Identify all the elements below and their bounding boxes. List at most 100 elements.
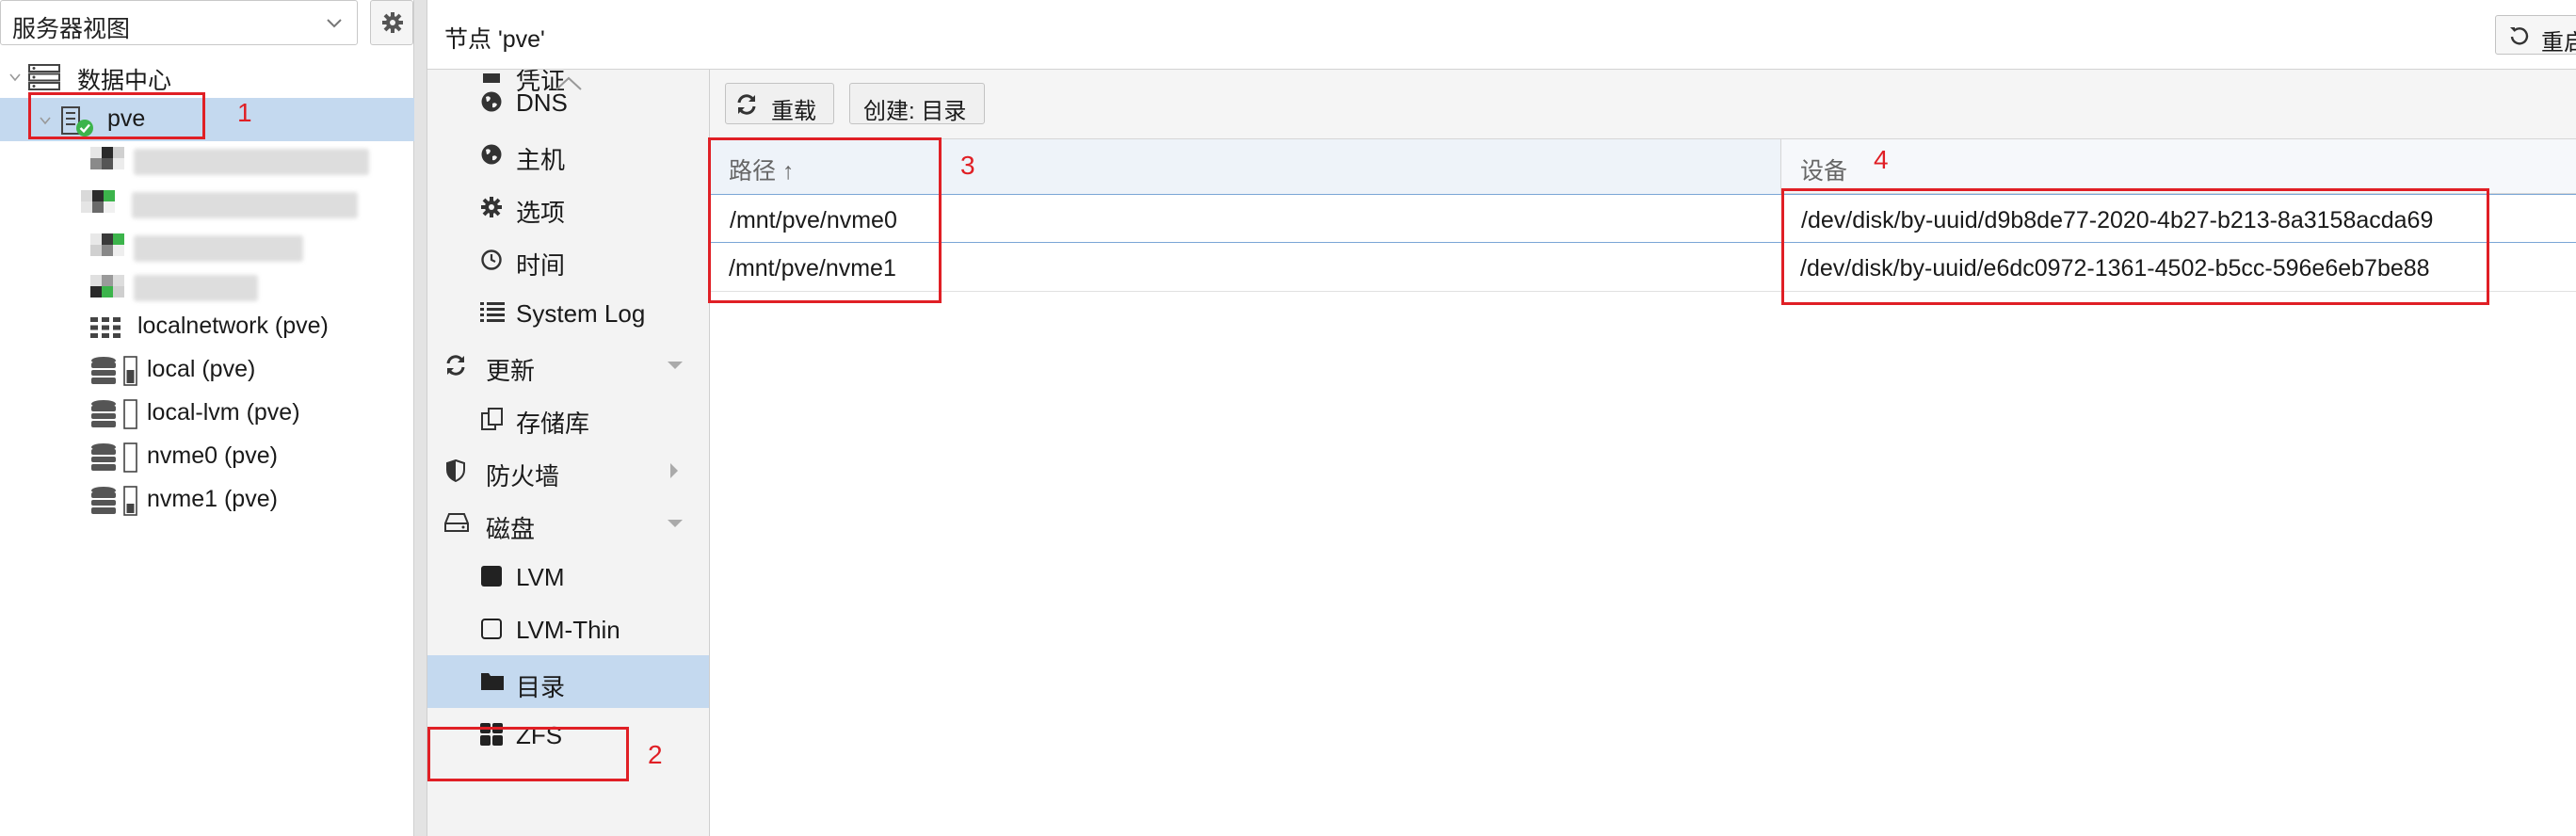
annotation-number-2: 2 [648,740,663,769]
nav-item-label: 目录 [516,673,566,701]
tree-item-storage-nvme1[interactable]: nvme1 (pve) [0,478,414,522]
list-icon [480,302,505,322]
nav-item-system-log[interactable]: System Log [427,286,709,339]
nav-item-lvm-thin[interactable]: LVM-Thin [427,603,709,655]
toolbar: 重载 创建: 目录 [710,70,2576,139]
nav-item-label: 防火墙 [486,462,560,490]
nav-item-label: 时间 [516,251,566,280]
tree-item-storage-local[interactable]: local (pve) [0,348,414,392]
node-header: 节点 'pve' 重启 [427,0,2576,70]
column-header-path[interactable]: 路径 ↑ [710,139,1781,194]
redacted-label [134,149,369,175]
square-outline-icon [481,619,502,639]
column-header-label: 设备 [1800,158,1848,185]
table-row[interactable]: /mnt/pve/nvme0 /dev/disk/by-uuid/d9b8de7… [710,194,2576,243]
redacted-label [134,235,303,262]
restart-icon [2510,27,2529,45]
clock-icon [481,249,502,270]
tree-item-datacenter[interactable]: 数据中心 [0,55,414,98]
storage-icon [91,356,137,386]
nav-item-label: 选项 [516,199,566,227]
guest-icon [90,275,124,297]
tree-item-label: 数据中心 [77,68,172,94]
nav-item-options[interactable]: 选项 [427,181,709,233]
nav-item-label: 磁盘 [486,515,536,543]
nav-item-label: 存储库 [516,410,590,438]
tree-item-storage-nvme0[interactable]: nvme0 (pve) [0,435,414,478]
globe-icon [481,91,502,112]
create-directory-button[interactable]: 创建: 目录 [849,83,985,124]
guest-icon [90,147,124,169]
nav-item-time[interactable]: 时间 [427,233,709,286]
nav-item-firewall[interactable]: 防火墙 [427,444,709,497]
annotation-number-4: 4 [1874,145,1889,174]
folder-icon [481,673,504,690]
nav-item-label: 主机 [516,146,566,174]
cell-device: /dev/disk/by-uuid/d9b8de77-2020-4b27-b21… [1801,207,2434,233]
storage-icon [91,486,137,516]
network-grid-icon [90,317,121,338]
globe-icon [481,144,502,165]
column-header-device[interactable]: 设备 [1781,139,2576,194]
expand-chevron-icon [40,117,51,125]
resource-tree-panel: 服务器视图 数据中心 pve localnetwork (pve) local … [0,0,414,836]
hdd-icon [444,513,469,532]
caret-right-icon[interactable] [668,462,680,479]
table-row[interactable]: /mnt/pve/nvme1 /dev/disk/by-uuid/e6dc097… [710,243,2576,292]
refresh-icon [446,355,465,376]
restart-label: 重启 [2541,30,2576,55]
nav-item-directory[interactable]: 目录 [427,655,709,708]
tree-item-label: nvme1 (pve) [147,486,278,512]
grid-header: 路径 ↑ 设备 [710,139,2576,194]
nav-item-label: DNS [516,88,568,117]
expand-chevron-icon [9,73,21,82]
nav-item-label: LVM [516,563,565,591]
reload-label: 重载 [771,99,816,124]
nav-item-label: ZFS [516,721,563,749]
gear-icon [382,12,403,33]
chevron-down-icon [327,19,342,28]
caret-down-icon[interactable] [667,360,684,371]
copy-icon [481,408,503,430]
node-nav-menu: 凭证 DNS 主机 选项 时间 System Log 更新 存储库 防火墙 磁盘… [427,70,710,836]
tree-item-localnetwork[interactable]: localnetwork (pve) [0,305,414,348]
tree-item-node-pve[interactable]: pve [0,98,414,141]
restart-button[interactable]: 重启 [2495,15,2576,55]
storage-icon [91,442,137,473]
tree-settings-button[interactable] [370,0,413,45]
shield-icon [446,459,465,482]
cell-path: /mnt/pve/nvme0 [730,207,897,233]
tree-item-label: local (pve) [147,356,256,382]
column-header-label: 路径 ↑ [729,158,795,185]
gear-icon [481,197,502,217]
reload-button[interactable]: 重载 [725,83,834,124]
nav-item-lvm[interactable]: LVM [427,550,709,603]
tree-item-label: local-lvm (pve) [147,399,300,426]
square-filled-icon [481,566,502,587]
panel-splitter[interactable] [414,0,427,836]
nav-item-updates[interactable]: 更新 [427,339,709,392]
nav-item-repositories[interactable]: 存储库 [427,392,709,444]
redacted-label [134,275,258,301]
cell-path: /mnt/pve/nvme1 [729,255,896,281]
tree-item-label: nvme0 (pve) [147,442,278,469]
grid-icon [480,723,503,746]
guest-icon [81,190,115,213]
node-server-icon [61,106,93,137]
view-select[interactable]: 服务器视图 [0,0,358,45]
nav-item-dns[interactable]: DNS [427,75,709,128]
guest-icon [90,233,124,256]
redacted-label [132,192,358,218]
caret-down-icon[interactable] [667,518,684,529]
annotation-number-3: 3 [960,151,975,180]
view-select-label: 服务器视图 [12,16,131,42]
create-label: 创建: 目录 [863,99,967,124]
tree-item-storage-local-lvm[interactable]: local-lvm (pve) [0,392,414,435]
nav-item-label: 更新 [486,357,536,385]
nav-item-hosts[interactable]: 主机 [427,128,709,181]
nav-item-zfs[interactable]: ZFS [427,708,709,761]
nav-item-label: System Log [516,299,646,328]
annotation-number-1: 1 [237,98,252,127]
cell-device: /dev/disk/by-uuid/e6dc0972-1361-4502-b5c… [1800,255,2430,281]
nav-item-disks[interactable]: 磁盘 [427,497,709,550]
